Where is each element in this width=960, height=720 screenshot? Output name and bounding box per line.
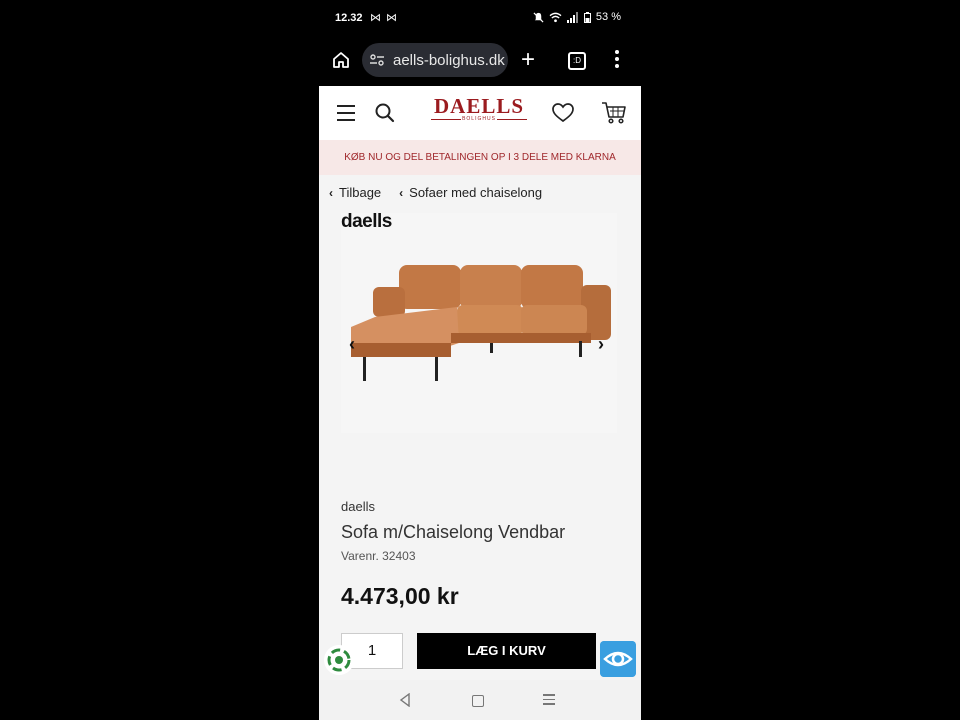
image-prev-arrow[interactable]: ‹ — [349, 334, 355, 355]
mute-icon — [533, 11, 544, 23]
recents-nav-icon[interactable] — [543, 694, 555, 708]
product-title: Sofa m/Chaiselong Vendbar — [341, 522, 566, 542]
chevron-left-icon: ‹ — [399, 186, 404, 200]
url-text: aells-bolighus.dk — [393, 51, 505, 69]
recycle-badge-icon[interactable] — [324, 645, 354, 675]
site-settings-icon[interactable] — [369, 52, 385, 68]
url-bar[interactable]: aells-bolighus.dk — [362, 43, 508, 77]
logo-sub: BOLIGHUS — [429, 116, 529, 122]
category-link-label: Sofaer med chaiselong — [409, 185, 543, 200]
search-icon[interactable] — [374, 102, 396, 124]
product-image-logo: daells — [341, 211, 392, 232]
status-right: 53 % — [533, 11, 621, 23]
status-time: 12.32 — [335, 12, 363, 24]
chevron-left-icon: ‹ — [329, 186, 333, 200]
menu-icon[interactable] — [337, 105, 355, 126]
signal-icon — [566, 11, 578, 23]
breadcrumb: ‹ Tilbage ‹ Sofaer med chaiselong — [329, 185, 542, 200]
battery-icon — [583, 11, 591, 23]
accessibility-eye-icon[interactable] — [600, 641, 636, 677]
back-nav-icon[interactable] — [399, 693, 411, 707]
product-sku: Varenr. 32403 — [341, 549, 416, 563]
klarna-banner[interactable]: KØB NU OG DEL BETALINGEN OP I 3 DELE MED… — [319, 140, 641, 175]
phone-screen: 12.32 ⋈ ⋈ 53 % aells-bolighus.dk + :D DA… — [319, 0, 641, 720]
browser-toolbar: aells-bolighus.dk + :D — [319, 36, 641, 86]
more-menu-icon[interactable] — [615, 50, 619, 71]
battery-percent: 53 % — [595, 11, 621, 23]
logo-brand: DAELLS — [433, 94, 525, 118]
add-to-cart-button[interactable]: LÆG I KURV — [417, 633, 596, 669]
tabs-button[interactable]: :D — [568, 52, 586, 70]
wifi-icon — [549, 12, 562, 22]
home-icon[interactable] — [331, 50, 351, 70]
notification-icons: ⋈ ⋈ — [370, 12, 399, 24]
category-link[interactable]: ‹ Sofaer med chaiselong — [399, 185, 542, 200]
wishlist-heart-icon[interactable] — [551, 101, 575, 125]
site-logo[interactable]: DAELLS BOLIGHUS — [429, 95, 529, 129]
status-bar: 12.32 ⋈ ⋈ 53 % — [319, 0, 641, 36]
cart-icon[interactable] — [601, 100, 627, 126]
home-nav-icon[interactable] — [472, 695, 484, 707]
new-tab-icon[interactable]: + — [521, 48, 535, 72]
android-nav-bar — [319, 680, 641, 720]
back-link-label: Tilbage — [339, 185, 382, 200]
image-next-arrow[interactable]: › — [598, 334, 604, 355]
back-link[interactable]: ‹ Tilbage — [329, 185, 381, 200]
product-price: 4.473,00 kr — [341, 583, 459, 609]
site-header: DAELLS BOLIGHUS — [319, 86, 641, 140]
product-page: ‹ Tilbage ‹ Sofaer med chaiselong daells — [319, 175, 641, 680]
sofa-image — [351, 265, 611, 381]
product-brand[interactable]: daells — [341, 499, 375, 514]
